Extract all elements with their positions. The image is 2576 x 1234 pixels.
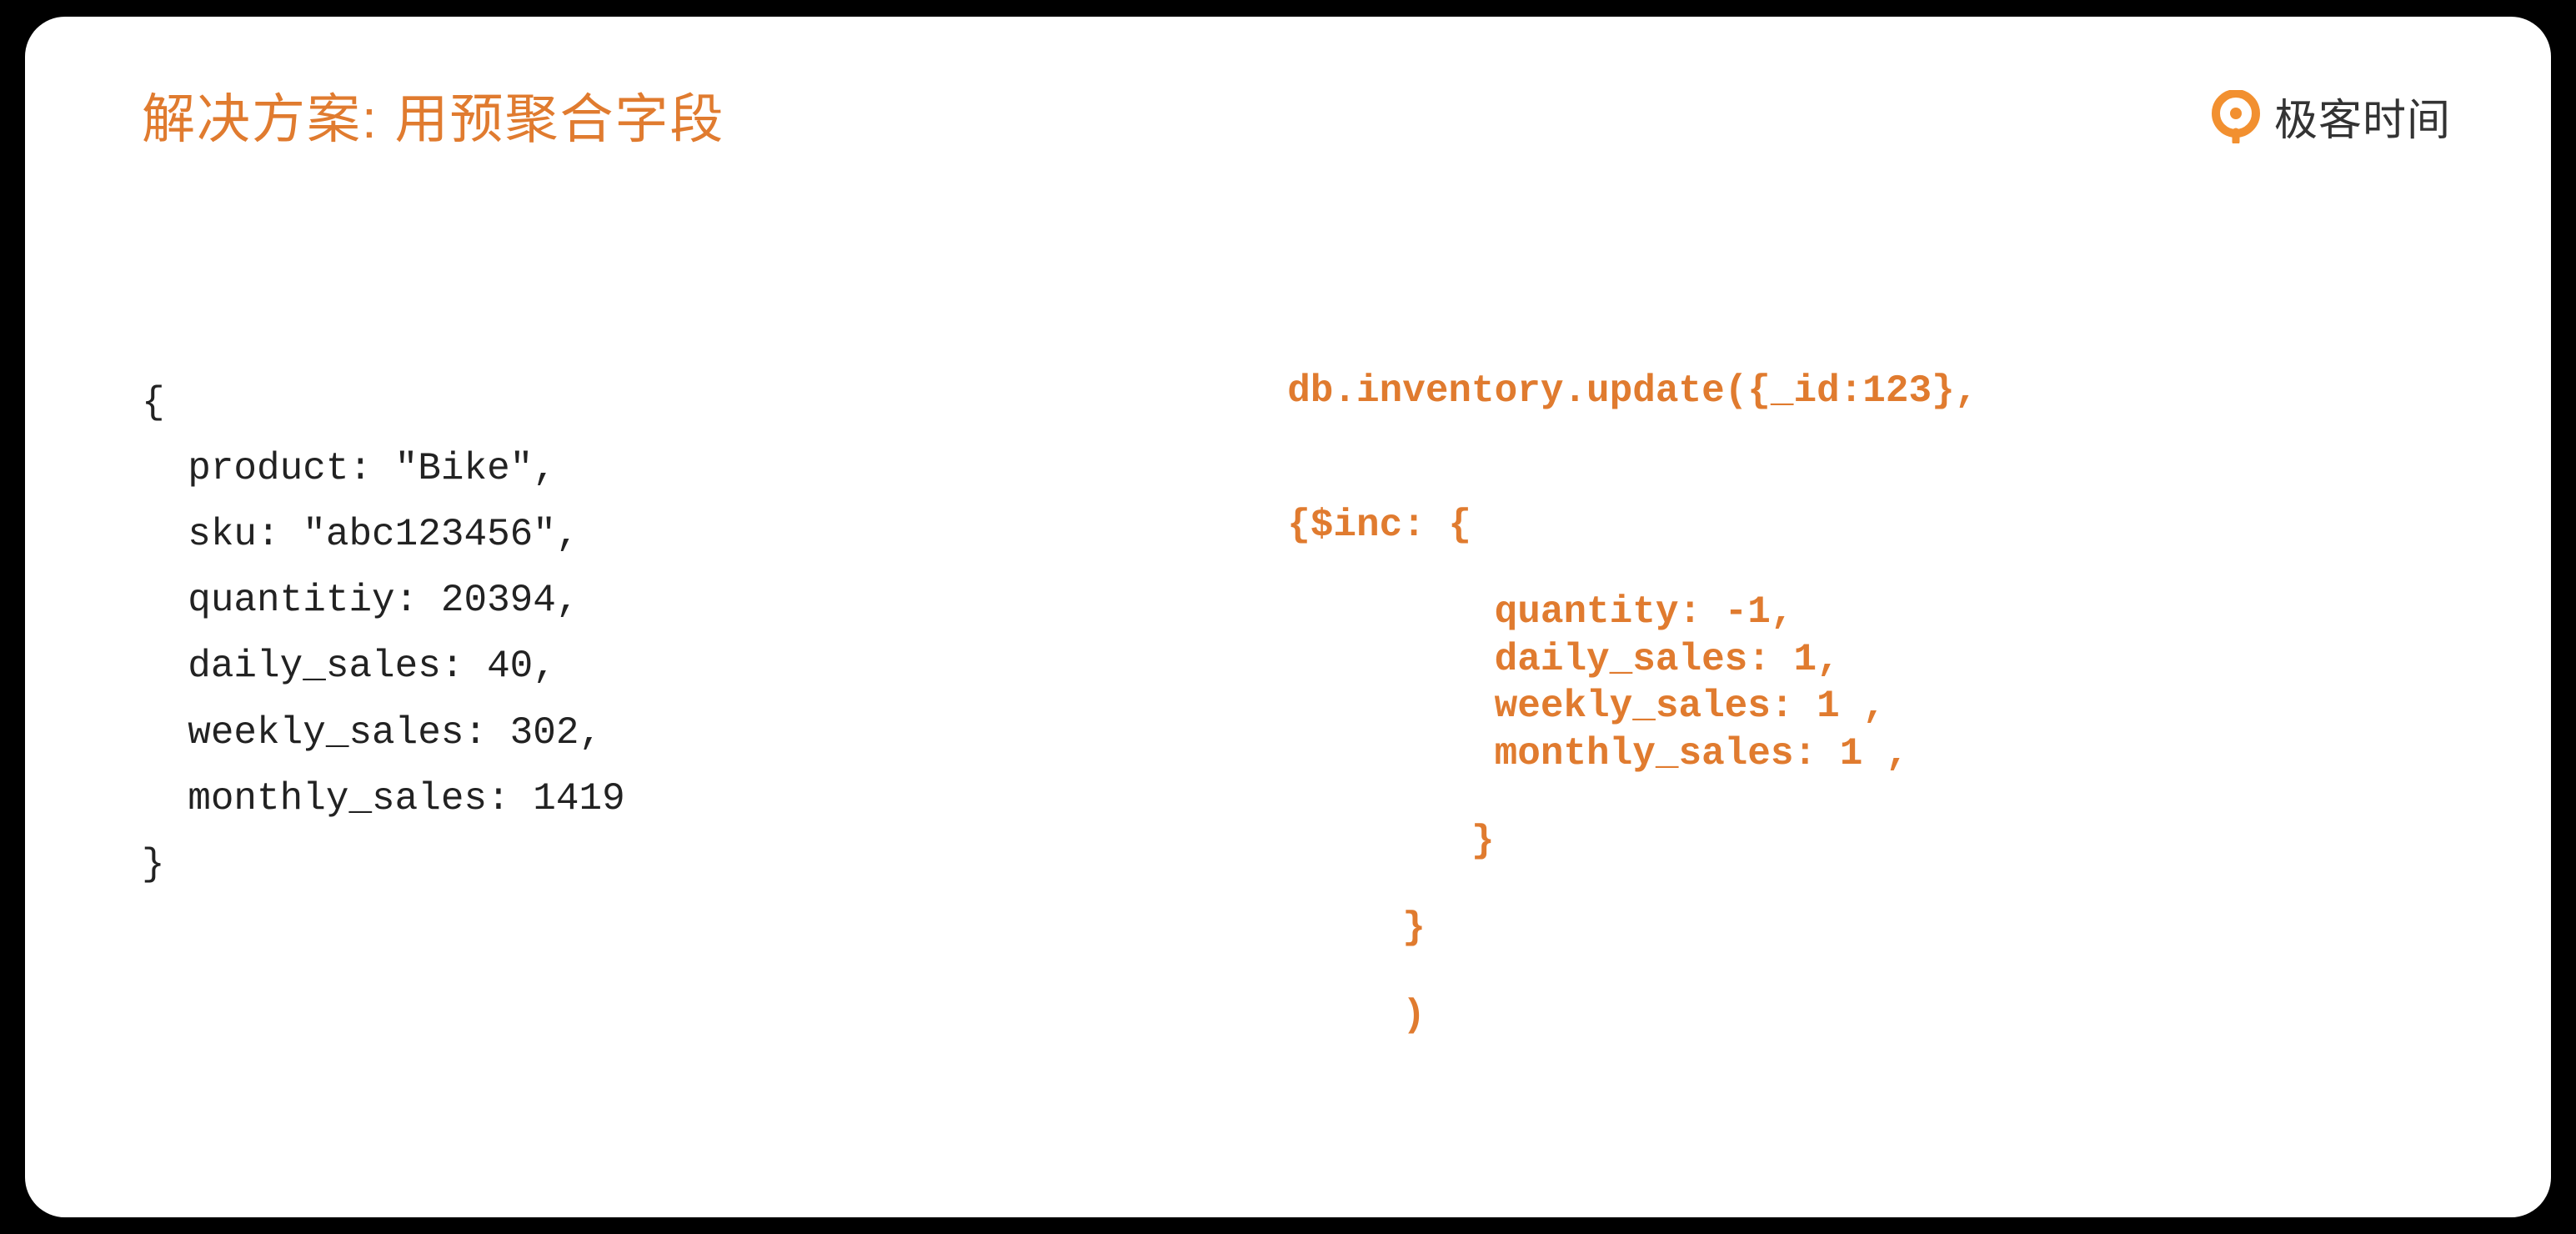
- brand-logo: 极客时间: [2209, 85, 2451, 148]
- code-line: monthly_sales: 1 ,: [1287, 733, 2451, 775]
- slide-card: 解决方案: 用预聚合字段 极客时间 { product: "Bike", sku…: [25, 17, 2551, 1217]
- right-code-column: db.inventory.update({_id:123}, {$inc: { …: [1254, 370, 2451, 1036]
- code-line: quantitiy: 20394,: [142, 579, 579, 622]
- code-line: }: [1287, 907, 2451, 950]
- code-line: weekly_sales: 1 ,: [1287, 685, 2451, 728]
- code-line: {$inc: {: [1287, 504, 2451, 547]
- slide-content: { product: "Bike", sku: "abc123456", qua…: [142, 370, 2451, 1036]
- code-line: quantity: -1,: [1287, 591, 2451, 634]
- code-line: }: [1287, 820, 2451, 863]
- slide-header: 解决方案: 用预聚合字段 极客时间: [142, 77, 2451, 153]
- code-line: {: [142, 381, 165, 424]
- code-line: daily_sales: 1,: [1287, 639, 2451, 681]
- code-line: monthly_sales: 1419: [142, 777, 625, 820]
- code-line: product: "Bike",: [142, 447, 556, 490]
- code-line: ): [1287, 995, 2451, 1037]
- code-line: }: [142, 843, 165, 886]
- left-code-column: { product: "Bike", sku: "abc123456", qua…: [142, 370, 1204, 1036]
- code-line: sku: "abc123456",: [142, 513, 579, 556]
- slide-title: 解决方案: 用预聚合字段: [142, 77, 725, 153]
- code-document-example: { product: "Bike", sku: "abc123456", qua…: [142, 370, 1204, 898]
- code-line: weekly_sales: 302,: [142, 711, 602, 755]
- brand-text: 极客时间: [2274, 85, 2451, 148]
- brand-icon: [2209, 90, 2263, 143]
- code-line: daily_sales: 40,: [142, 645, 556, 688]
- code-line: db.inventory.update({_id:123},: [1287, 370, 2451, 413]
